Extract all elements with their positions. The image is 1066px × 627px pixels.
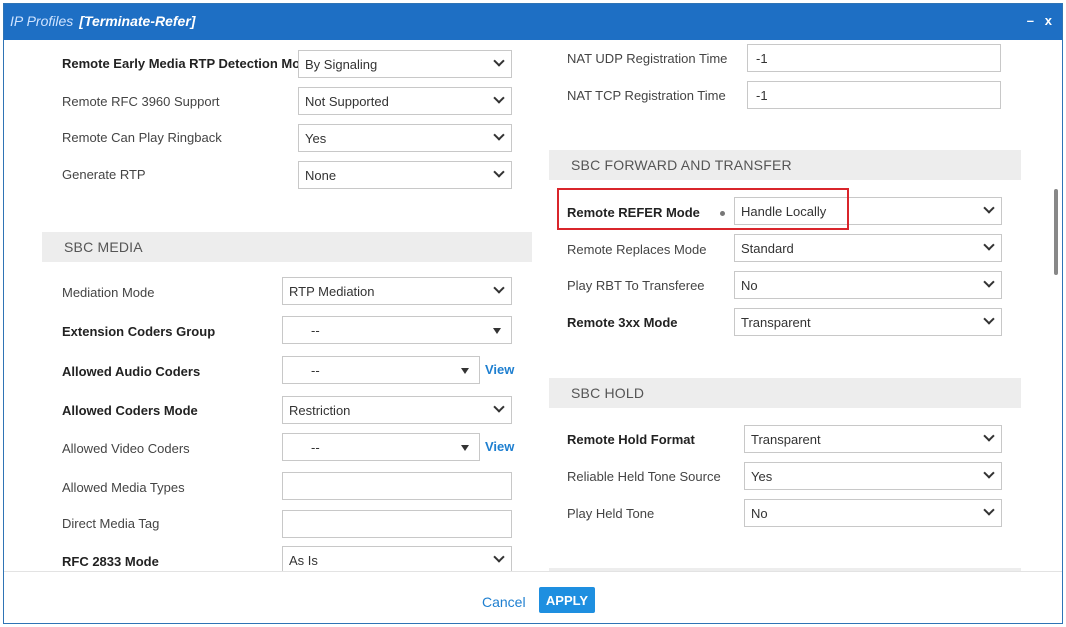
caret-down-icon (461, 368, 469, 374)
field-label: Remote Early Media RTP Detection Mode (62, 56, 316, 71)
allowed-video-coders-select[interactable]: -- (282, 433, 480, 461)
select-value: RTP Mediation (289, 284, 375, 299)
highlight-box (557, 188, 849, 230)
dialog-title: IP Profiles [Terminate-Refer] (10, 13, 195, 29)
chevron-down-icon (983, 313, 995, 325)
chevron-down-icon (983, 504, 995, 516)
remote-3xx-mode-select[interactable]: Transparent (734, 308, 1002, 336)
chevron-down-icon (493, 166, 505, 178)
chevron-down-icon (493, 551, 505, 563)
nat-tcp-registration-input[interactable]: -1 (747, 81, 1001, 109)
select-value: Transparent (741, 315, 811, 330)
apply-button[interactable]: APPLY (539, 587, 595, 613)
field-label: NAT UDP Registration Time (567, 51, 728, 66)
section-sbc-forward-transfer: SBC FORWARD AND TRANSFER (549, 150, 1021, 180)
field-label: Reliable Held Tone Source (567, 469, 721, 484)
view-audio-coders-link[interactable]: View (485, 362, 514, 377)
field-label: Generate RTP (62, 167, 146, 182)
chevron-down-icon (493, 282, 505, 294)
field-label: Remote Replaces Mode (567, 242, 707, 257)
reliable-held-tone-source-select[interactable]: Yes (744, 462, 1002, 490)
allowed-media-types-input[interactable] (282, 472, 512, 500)
field-label: Remote Hold Format (567, 432, 695, 447)
chevron-down-icon (493, 129, 505, 141)
allowed-audio-coders-select[interactable]: -- (282, 356, 480, 384)
field-label: Allowed Video Coders (62, 441, 190, 456)
select-value: No (741, 278, 758, 293)
remote-replaces-mode-select[interactable]: Standard (734, 234, 1002, 262)
select-value: None (305, 168, 337, 183)
field-label: Remote Can Play Ringback (62, 130, 222, 145)
select-value: -- (311, 363, 320, 378)
caret-down-icon (461, 445, 469, 451)
chevron-down-icon (983, 467, 995, 479)
chevron-down-icon (983, 239, 995, 251)
play-held-tone-select[interactable]: No (744, 499, 1002, 527)
select-value: Transparent (751, 432, 821, 447)
title-profile-name: [Terminate-Refer] (79, 13, 196, 29)
section-sbc-media: SBC MEDIA (42, 232, 532, 262)
field-label: Mediation Mode (62, 285, 155, 300)
remote-early-media-select[interactable]: By Signaling (298, 50, 512, 78)
section-sbc-hold: SBC HOLD (549, 378, 1021, 408)
field-label: RFC 2833 Mode (62, 554, 159, 569)
direct-media-tag-input[interactable] (282, 510, 512, 538)
chevron-down-icon (983, 202, 995, 214)
form-content: Remote Early Media RTP Detection Mode By… (4, 40, 1048, 571)
select-value: Yes (751, 469, 773, 484)
extension-coders-group-select[interactable]: -- (282, 316, 512, 344)
field-label: Allowed Coders Mode (62, 403, 198, 418)
select-value: -- (311, 323, 320, 338)
select-value: Standard (741, 241, 794, 256)
chevron-down-icon (983, 276, 995, 288)
field-label: Allowed Media Types (62, 480, 185, 495)
title-prefix: IP Profiles (10, 13, 74, 29)
field-label: Extension Coders Group (62, 324, 216, 339)
dialog-footer: Cancel APPLY (4, 571, 1062, 623)
scrollbar[interactable] (1049, 40, 1061, 571)
field-label: Remote 3xx Mode (567, 315, 678, 330)
remote-rfc3960-select[interactable]: Not Supported (298, 87, 512, 115)
title-bar: IP Profiles [Terminate-Refer] – x (4, 4, 1062, 40)
close-icon[interactable]: x (1045, 13, 1052, 28)
select-value: Yes (305, 131, 327, 146)
play-rbt-to-transferee-select[interactable]: No (734, 271, 1002, 299)
field-label: Remote RFC 3960 Support (62, 94, 220, 109)
field-label: Allowed Audio Coders (62, 364, 201, 379)
ip-profiles-dialog: IP Profiles [Terminate-Refer] – x Remote … (3, 3, 1063, 624)
field-label: Play RBT To Transferee (567, 278, 705, 293)
cancel-button[interactable]: Cancel (482, 594, 526, 610)
minimize-icon[interactable]: – (1027, 13, 1034, 28)
nat-udp-registration-input[interactable]: -1 (747, 44, 1001, 72)
chevron-down-icon (493, 92, 505, 104)
mediation-mode-select[interactable]: RTP Mediation (282, 277, 512, 305)
field-label: Play Held Tone (567, 506, 655, 521)
select-value: By Signaling (305, 57, 378, 72)
caret-down-icon (493, 328, 501, 334)
field-label: Direct Media Tag (62, 516, 160, 531)
select-value: Not Supported (305, 94, 389, 109)
generate-rtp-select[interactable]: None (298, 161, 512, 189)
field-label: NAT TCP Registration Time (567, 88, 726, 103)
scrollbar-thumb[interactable] (1054, 189, 1058, 275)
remote-hold-format-select[interactable]: Transparent (744, 425, 1002, 453)
rfc2833-mode-select[interactable]: As Is (282, 546, 512, 571)
allowed-coders-mode-select[interactable]: Restriction (282, 396, 512, 424)
select-value: -- (311, 440, 320, 455)
chevron-down-icon (983, 430, 995, 442)
select-value: Restriction (289, 403, 351, 418)
remote-can-play-ringback-select[interactable]: Yes (298, 124, 512, 152)
select-value: No (751, 506, 768, 521)
chevron-down-icon (493, 55, 505, 67)
view-video-coders-link[interactable]: View (485, 439, 514, 454)
select-value: As Is (289, 553, 318, 568)
chevron-down-icon (493, 401, 505, 413)
